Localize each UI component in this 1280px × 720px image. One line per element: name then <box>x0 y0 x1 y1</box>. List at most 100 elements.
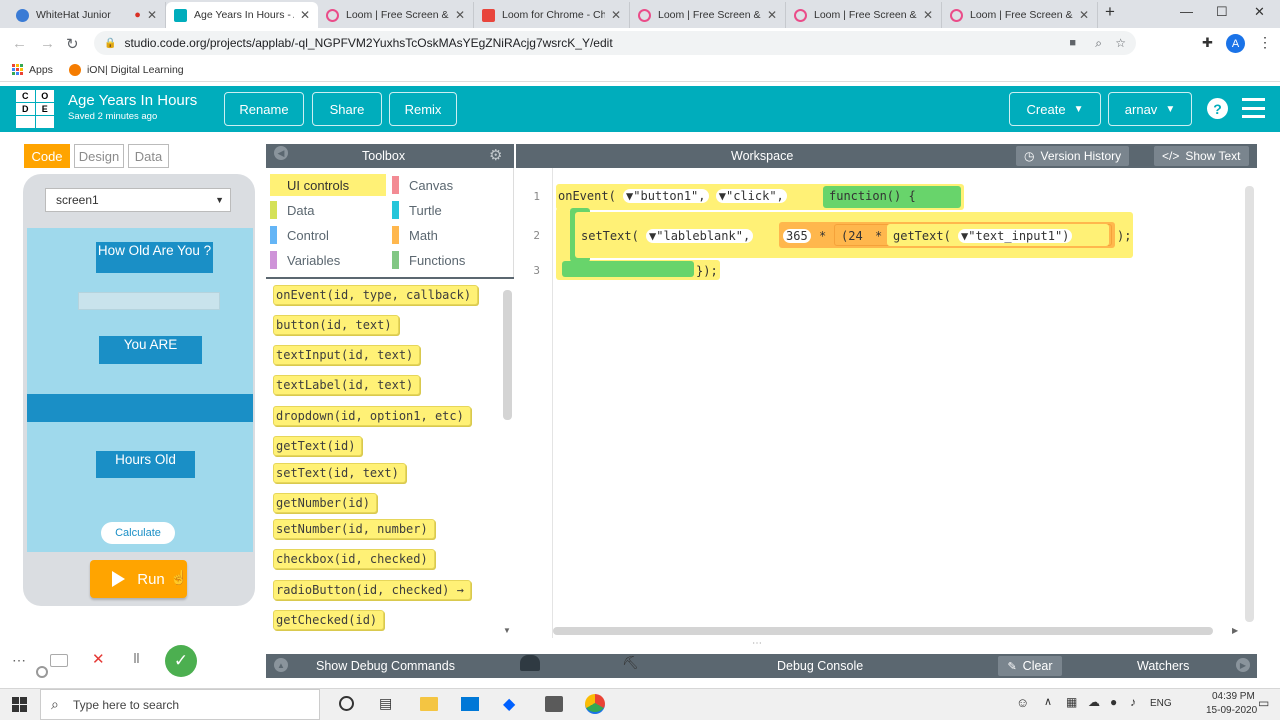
calculate-button[interactable]: Calculate <box>101 522 175 544</box>
show-debug-commands[interactable]: Show Debug Commands <box>316 659 455 673</box>
app-icon[interactable] <box>545 696 563 712</box>
language-indicator[interactable]: ENG <box>1150 698 1172 709</box>
clock-date[interactable]: 15-09-2020 <box>1206 705 1257 716</box>
new-tab-icon[interactable]: + <box>1105 2 1115 22</box>
scroll-down-icon[interactable]: ▼ <box>503 626 511 635</box>
block-getchecked[interactable]: getChecked(id) <box>273 610 385 630</box>
more-icon[interactable]: ⋯ <box>12 652 26 669</box>
block-textinput[interactable]: textInput(id, text) <box>273 345 421 365</box>
text-input1[interactable] <box>78 292 220 310</box>
block-getnumber[interactable]: getNumber(id) <box>273 493 377 513</box>
code-workspace[interactable]: onEvent( ▼"button1", ▼"click", function(… <box>553 168 1257 638</box>
block-checkbox[interactable]: checkbox(id, checked) <box>273 549 435 569</box>
close-tab-icon[interactable]: ✕ <box>611 8 621 22</box>
number-pill[interactable]: 365 <box>783 229 811 243</box>
watchers-title[interactable]: Watchers <box>1137 659 1189 673</box>
share-button[interactable]: Share <box>312 92 382 126</box>
block-settext[interactable]: setText(id, text) <box>273 463 406 483</box>
microphone-icon[interactable]: ● <box>1110 695 1117 709</box>
dropbox-icon[interactable]: ◆ <box>503 694 515 714</box>
close-tab-icon[interactable]: ✕ <box>767 8 777 22</box>
browser-tab[interactable]: WhiteHat Junior ● ✕ <box>8 2 166 28</box>
label-id-dropdown[interactable]: ▼"lableblank", <box>646 229 754 243</box>
expand-up-icon[interactable]: ▲ <box>274 658 288 672</box>
workspace-hscrollbar[interactable] <box>553 627 1213 635</box>
number-literal[interactable]: 365 <box>783 229 811 243</box>
camera-record-icon[interactable] <box>50 654 68 667</box>
network-icon[interactable]: ▦ <box>1066 695 1077 709</box>
close-window-icon[interactable]: ✕ <box>1254 4 1265 20</box>
user-dropdown[interactable]: arnav ▼ <box>1108 92 1192 126</box>
browser-tab[interactable]: Loom | Free Screen & V ✕ <box>786 2 942 28</box>
finish-recording-icon[interactable]: ✓ <box>165 645 197 677</box>
close-tab-icon[interactable]: ✕ <box>455 8 465 22</box>
block-radiobutton[interactable]: radioButton(id, checked) → <box>273 580 471 600</box>
collapse-left-icon[interactable]: ◀ <box>274 146 288 160</box>
chrome-icon[interactable] <box>585 694 605 714</box>
category-ui-controls[interactable]: UI controls <box>270 174 386 196</box>
category-variables[interactable]: Variables <box>270 249 340 271</box>
gear-icon[interactable]: ⚙ <box>489 146 502 164</box>
clear-button[interactable]: ✎ Clear <box>998 656 1062 676</box>
block-button[interactable]: button(id, text) <box>273 315 399 335</box>
code-org-logo[interactable]: C O D E <box>16 90 54 128</box>
create-dropdown[interactable]: Create ▼ <box>1009 92 1101 126</box>
version-history-button[interactable]: ◷ Version History <box>1016 146 1130 166</box>
cloud-icon[interactable]: ☁ <box>1088 695 1100 709</box>
reload-icon[interactable]: ↻ <box>66 35 79 53</box>
camera-icon[interactable]: ■ <box>1069 37 1076 49</box>
notifications-icon[interactable]: ▭ <box>1258 696 1269 710</box>
category-canvas[interactable]: Canvas <box>392 174 453 196</box>
rename-button[interactable]: Rename <box>224 92 304 126</box>
close-tab-icon[interactable]: ✕ <box>1079 8 1089 22</box>
category-math[interactable]: Math <box>392 224 438 246</box>
clock-time[interactable]: 04:39 PM <box>1212 691 1255 702</box>
data-mode-button[interactable]: Data <box>128 144 169 168</box>
category-functions[interactable]: Functions <box>392 249 465 271</box>
input-id-dropdown[interactable]: ▼"text_input1") <box>958 229 1073 243</box>
block-onevent[interactable]: onEvent(id, type, callback) <box>273 285 479 305</box>
zoom-icon[interactable]: ⌕ <box>1095 36 1102 51</box>
scroll-right-icon[interactable]: ▶ <box>1232 626 1238 635</box>
browser-tab[interactable]: Loom | Free Screen & V ✕ <box>942 2 1098 28</box>
block-setnumber[interactable]: setNumber(id, number) <box>273 519 435 539</box>
forward-icon[interactable]: → <box>40 35 55 52</box>
paren-number[interactable]: (24 <box>841 229 863 243</box>
design-mode-button[interactable]: Design <box>74 144 124 168</box>
pause-icon[interactable]: ‖ <box>133 650 140 666</box>
maximize-icon[interactable]: ☐ <box>1216 4 1228 20</box>
event-dropdown[interactable]: ▼"click", <box>715 189 787 203</box>
remix-button[interactable]: Remix <box>389 92 457 126</box>
category-data[interactable]: Data <box>270 199 314 221</box>
collapse-right-icon[interactable]: ▶ <box>1236 658 1250 672</box>
step-icon[interactable]: ⛏ <box>622 655 639 671</box>
address-bar[interactable]: 🔒 studio.code.org/projects/applab/-ql_NG… <box>94 31 1136 55</box>
profile-avatar[interactable]: A <box>1226 34 1245 53</box>
mail-icon[interactable] <box>461 697 479 711</box>
tray-chevron-icon[interactable]: ∧ <box>1044 695 1052 708</box>
star-icon[interactable]: ☆ <box>1115 36 1126 50</box>
people-icon[interactable]: ☺ <box>1016 695 1029 710</box>
category-control[interactable]: Control <box>270 224 329 246</box>
code-mode-button[interactable]: Code <box>24 144 70 168</box>
debug-bug-icon[interactable] <box>520 655 540 671</box>
file-explorer-icon[interactable] <box>420 697 438 711</box>
close-tab-icon[interactable]: ✕ <box>923 8 933 22</box>
browser-tab[interactable]: Loom | Free Screen & V ✕ <box>630 2 786 28</box>
block-gettext[interactable]: getText(id) <box>273 436 363 456</box>
bookmark-ion[interactable]: iON| Digital Learning <box>68 63 184 76</box>
extension-icon[interactable]: ✚ <box>1202 35 1213 51</box>
browser-menu-icon[interactable]: ⋮ <box>1258 34 1272 51</box>
task-view-icon[interactable]: ▤ <box>379 695 392 712</box>
help-icon[interactable]: ? <box>1207 98 1228 119</box>
workspace-vscrollbar[interactable] <box>1245 186 1254 622</box>
stop-recording-icon[interactable]: ✕ <box>92 650 105 668</box>
toolbox-scrollbar[interactable] <box>503 290 512 420</box>
show-text-button[interactable]: </> Show Text <box>1154 146 1249 166</box>
resize-handle-icon[interactable]: ⋯ <box>752 638 763 649</box>
id-dropdown[interactable]: ▼"button1", <box>623 189 709 203</box>
category-turtle[interactable]: Turtle <box>392 199 442 221</box>
hamburger-menu-icon[interactable] <box>1242 98 1265 118</box>
minimize-icon[interactable]: — <box>1180 4 1193 19</box>
browser-tab-active[interactable]: Age Years In Hours - Ap ✕ <box>166 2 318 28</box>
